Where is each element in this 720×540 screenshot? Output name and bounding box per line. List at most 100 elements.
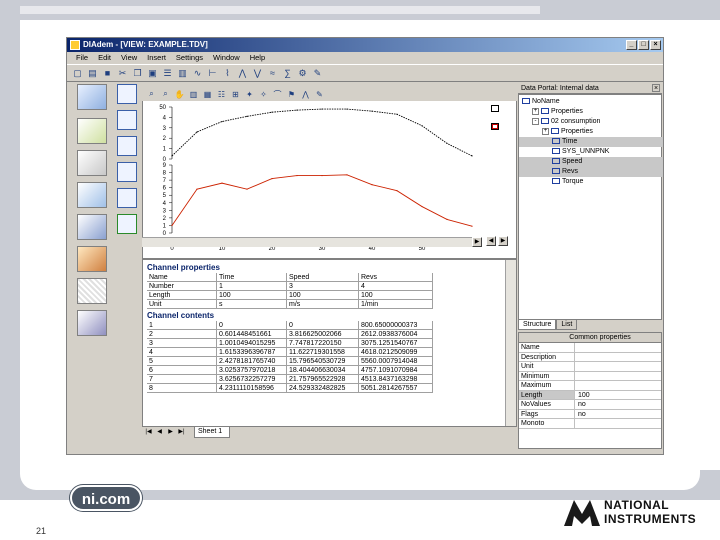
property-row[interactable]: Monoto [519,419,661,429]
sheet-first-button[interactable]: |◀ [144,428,153,437]
tree-expander-icon[interactable]: - [532,117,539,125]
table-cell[interactable]: 2.4278181765740 [217,357,287,366]
tree-node[interactable]: Time [519,137,663,147]
plot-scrollbar[interactable]: ▶ [142,237,482,247]
table-cell[interactable]: Length [147,291,217,300]
property-value[interactable] [575,343,661,352]
tree-node[interactable]: SYS_UNNPNK [519,147,663,157]
table-cell[interactable]: 24.529332482825 [287,384,359,393]
tab-structure[interactable]: Structure [518,320,557,330]
table-cell[interactable]: Number [147,282,217,291]
table-cell[interactable]: 3.6256732257279 [217,375,287,384]
table-cell[interactable]: Unit [147,300,217,309]
table-cell[interactable]: Revs [359,273,433,282]
table-cell[interactable]: 800.65000000373 [359,321,433,330]
property-row[interactable]: Length 100 [519,390,661,400]
property-value[interactable] [575,362,661,371]
table-cell[interactable]: 0 [217,321,287,330]
table-cell[interactable]: 3.816625002066 [287,330,359,339]
table-cell[interactable]: 1 [217,282,287,291]
table-cell[interactable]: 100 [217,291,287,300]
tree-node[interactable]: NoName [519,97,663,107]
table-cell[interactable]: 3075.1251540767 [359,339,433,348]
hand-icon[interactable]: ✋ [174,89,185,100]
sheet-next-button[interactable]: ▶ [166,428,175,437]
table-cell[interactable]: 0 [287,321,359,330]
table-cell[interactable]: 2 [147,330,217,339]
table-cell[interactable]: 4 [359,282,433,291]
table-cell[interactable]: 7 [147,375,217,384]
table-cell[interactable]: 0.601448451661 [217,330,287,339]
edit-icon[interactable]: ✎ [314,89,325,100]
property-value[interactable] [575,419,661,428]
bars-icon[interactable]: ▦ [202,89,213,100]
table-cell[interactable]: 3.0253757970218 [217,366,287,375]
scroll-right-button[interactable]: ▶ [472,237,482,247]
table-cell[interactable]: 18.404406630034 [287,366,359,375]
table-cell[interactable]: 3 [147,339,217,348]
peak-icon[interactable]: ⋀ [300,89,311,100]
sheet-last-button[interactable]: ▶| [177,428,186,437]
sheet-vertical-scrollbar[interactable] [505,260,516,426]
property-value[interactable]: 100 [575,391,661,400]
sheet-prev-button[interactable]: ◀ [155,428,164,437]
table-cell[interactable]: 1.0010494015295 [217,339,287,348]
table-cell[interactable]: 21.757965522928 [287,375,359,384]
tree-expander-icon[interactable]: + [542,127,549,135]
tree-node[interactable]: - 02 consumption [519,117,663,127]
table-cell[interactable]: m/s [287,300,359,309]
plot-prev-button[interactable]: ◀ [486,236,496,246]
flag-icon[interactable]: ⚑ [286,89,297,100]
table-cell[interactable]: 4 [147,348,217,357]
tree-node[interactable]: Speed [519,157,663,167]
property-row[interactable]: Name [519,343,661,353]
legend-icon[interactable]: ☷ [216,89,227,100]
axis-scale-icon[interactable]: ⊞ [230,89,241,100]
table-cell[interactable]: 8 [147,384,217,393]
table-cell[interactable]: Time [217,273,287,282]
portal-close-button[interactable]: × [652,84,660,92]
table-cell[interactable]: 1 [147,321,217,330]
sheet-tab[interactable]: Sheet 1 [194,427,230,438]
tree-node[interactable]: Revs [519,167,663,177]
table-cell[interactable]: 4513.8437163298 [359,375,433,384]
table-cell[interactable]: 5560.0007914048 [359,357,433,366]
property-row[interactable]: Description [519,352,661,362]
table-cell[interactable]: 2612.0938376004 [359,330,433,339]
tree-node[interactable]: Torque [519,177,663,187]
property-row[interactable]: Unit [519,362,661,372]
curves-icon[interactable]: ▥ [188,89,199,100]
table-cell[interactable]: 100 [359,291,433,300]
property-value[interactable] [575,381,661,390]
table-cell[interactable]: 11.622719301558 [287,348,359,357]
zoom-out-icon[interactable]: ⌕ [160,89,171,100]
zoom-icon[interactable]: ⌕ [146,89,157,100]
property-value[interactable]: no [575,410,661,419]
tab-list[interactable]: List [556,320,578,330]
table-cell[interactable]: 15.796540530729 [287,357,359,366]
table-cell[interactable]: 4.2311110158596 [217,384,287,393]
table-cell[interactable]: 1.6153396396787 [217,348,287,357]
table-cell[interactable]: 7.747817220150 [287,339,359,348]
property-value[interactable] [575,353,661,362]
table-cell[interactable]: 1/min [359,300,433,309]
table-cell[interactable]: s [217,300,287,309]
property-row[interactable]: Minimum [519,371,661,381]
plot-next-button[interactable]: ▶ [498,236,508,246]
table-cell[interactable]: 5 [147,357,217,366]
property-value[interactable]: no [575,400,661,409]
table-cell[interactable]: 4757.1091070984 [359,366,433,375]
table-cell[interactable]: Name [147,273,217,282]
tree-expander-icon[interactable]: + [532,107,539,115]
property-row[interactable]: Flags no [519,409,661,419]
table-cell[interactable]: 3 [287,282,359,291]
property-row[interactable]: Maximum [519,381,661,391]
table-cell[interactable]: Speed [287,273,359,282]
cursor-icon[interactable]: ✦ [244,89,255,100]
band-icon[interactable]: ⌒ [272,89,283,100]
tree-node[interactable]: + Properties [519,107,663,117]
table-cell[interactable]: 100 [287,291,359,300]
marker-icon[interactable]: ✧ [258,89,269,100]
property-value[interactable] [575,372,661,381]
table-cell[interactable]: 4618.0212509099 [359,348,433,357]
